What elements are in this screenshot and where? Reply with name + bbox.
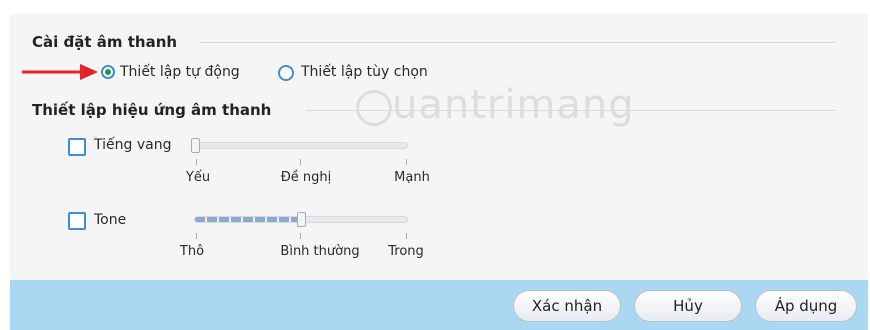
tone-scale-clear: Trong <box>388 244 424 259</box>
echo-tick <box>406 159 407 165</box>
echo-checkbox[interactable] <box>68 138 86 156</box>
audio-settings-title: Cài đặt âm thanh <box>32 33 178 51</box>
echo-tick <box>300 159 301 165</box>
tone-slider-thumb[interactable] <box>297 212 306 227</box>
tone-slider-fill <box>195 217 301 222</box>
dialog-footer: Xác nhận Hủy Áp dụng <box>10 280 868 330</box>
auto-setup-radio[interactable] <box>101 65 115 79</box>
custom-setup-label[interactable]: Thiết lập tùy chọn <box>301 64 428 80</box>
confirm-button[interactable]: Xác nhận <box>513 290 621 322</box>
echo-slider[interactable] <box>191 138 408 153</box>
divider <box>200 42 836 43</box>
watermark: uantrimang <box>392 82 635 128</box>
tone-scale-rough: Thô <box>179 244 205 259</box>
tone-tick <box>196 233 197 239</box>
tone-slider[interactable] <box>194 212 408 227</box>
echo-scale-weak: Yếu <box>185 170 211 185</box>
tone-scale-normal: Bình thường <box>280 244 360 259</box>
tone-tick <box>406 233 407 239</box>
red-arrow-icon <box>22 64 98 80</box>
sound-effects-title: Thiết lập hiệu ứng âm thanh <box>32 101 272 119</box>
tone-label[interactable]: Tone <box>94 212 126 228</box>
echo-label[interactable]: Tiếng vang <box>94 137 171 153</box>
auto-setup-label[interactable]: Thiết lập tự động <box>120 64 240 80</box>
tone-checkbox[interactable] <box>68 212 86 230</box>
echo-slider-thumb[interactable] <box>191 138 200 153</box>
apply-button[interactable]: Áp dụng <box>755 290 857 322</box>
lightbulb-logo-icon <box>356 90 392 126</box>
echo-scale-recommended: Đề nghị <box>280 170 332 185</box>
echo-scale-strong: Mạnh <box>394 170 430 185</box>
echo-tick <box>196 159 197 165</box>
custom-setup-radio[interactable] <box>278 65 294 81</box>
divider <box>306 110 836 111</box>
tone-tick <box>300 233 301 239</box>
cancel-button[interactable]: Hủy <box>634 290 742 322</box>
